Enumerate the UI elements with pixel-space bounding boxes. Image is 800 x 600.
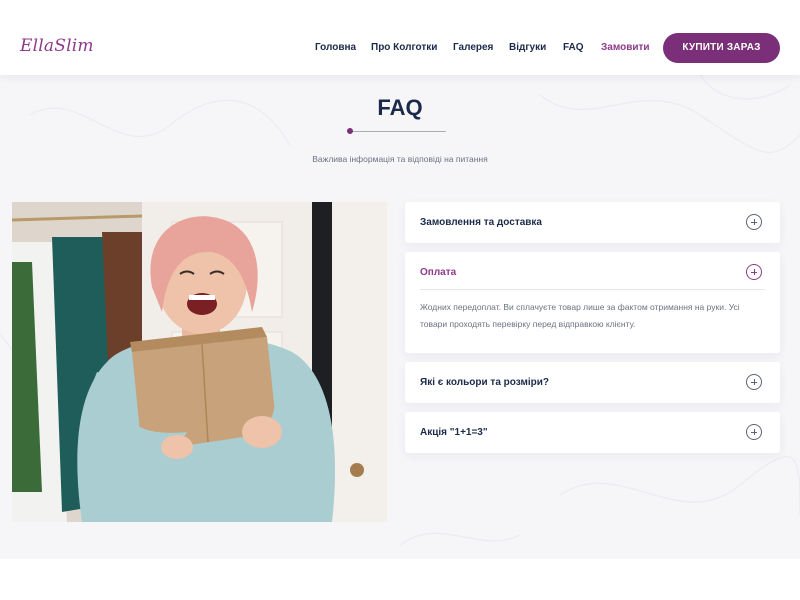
site-header: EllaSlim Головна Про Колготки Галерея Ві… [0,0,800,75]
faq-item-delivery[interactable]: Замовлення та доставка [405,202,780,243]
plus-circle-icon[interactable] [746,264,762,280]
title-divider [350,131,446,132]
faq-question[interactable]: Акція "1+1=3" [420,427,488,438]
faq-question[interactable]: Які є кольори та розміри? [420,377,549,388]
faq-section: FAQ Важлива інформація та відповіді на п… [0,75,800,559]
nav-gallery[interactable]: Галерея [453,42,493,53]
faq-answer: Жодних передоплат. Ви сплачуєте товар ли… [420,302,740,329]
plus-circle-icon[interactable] [746,214,762,230]
faq-question[interactable]: Замовлення та доставка [420,217,542,228]
plus-circle-icon[interactable] [746,374,762,390]
nav-faq[interactable]: FAQ [563,42,584,53]
divider-dot-icon [347,128,353,134]
faq-item-promo[interactable]: Акція "1+1=3" [405,412,780,453]
buy-now-button[interactable]: КУПИТИ ЗАРАЗ [663,33,780,63]
nav-home[interactable]: Головна [315,42,356,53]
section-subtitle: Важлива інформація та відповіді на питан… [312,154,488,164]
page-footer-space [0,559,800,600]
section-title: FAQ [377,95,423,120]
faq-item-colors-sizes[interactable]: Які є кольори та розміри? [405,362,780,403]
woman-with-box-photo [12,202,387,522]
nav-reviews[interactable]: Відгуки [509,42,546,53]
logo[interactable]: EllaSlim [20,36,94,56]
faq-item-divider [420,289,765,290]
plus-circle-icon[interactable] [746,424,762,440]
nav-order[interactable]: Замовити [601,42,650,53]
faq-item-payment[interactable]: Оплата Жодних передоплат. Ви сплачуєте т… [405,252,780,353]
faq-question[interactable]: Оплата [420,267,456,278]
nav-about-tights[interactable]: Про Колготки [371,42,437,53]
